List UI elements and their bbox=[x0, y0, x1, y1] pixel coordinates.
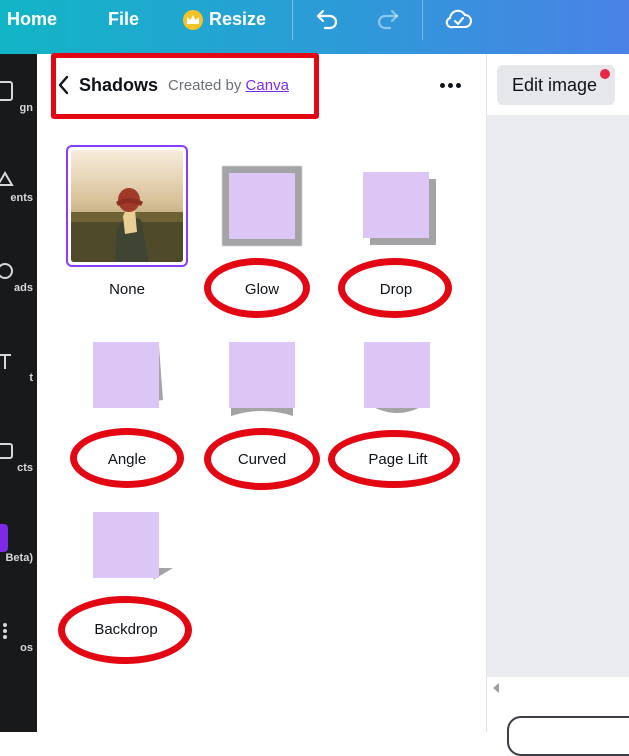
effect-thumbnail-angle[interactable] bbox=[93, 342, 167, 412]
beta-app-icon[interactable] bbox=[0, 524, 8, 552]
scroll-left-arrow-icon[interactable] bbox=[493, 683, 499, 693]
home-button[interactable]: Home bbox=[7, 9, 57, 30]
text-icon bbox=[0, 354, 11, 369]
redo-icon[interactable] bbox=[374, 7, 400, 36]
annotation-circle bbox=[58, 596, 192, 664]
annotation-circle bbox=[204, 428, 320, 490]
sidebar-item-label: ads bbox=[14, 282, 33, 294]
projects-icon bbox=[0, 443, 13, 459]
top-bar: Home File Resize bbox=[0, 0, 629, 54]
canvas-background bbox=[487, 115, 629, 677]
elements-icon bbox=[0, 171, 14, 186]
effect-thumbnail-drop[interactable] bbox=[363, 172, 437, 246]
annotation-box bbox=[51, 53, 319, 119]
sidebar-item-label: t bbox=[29, 372, 33, 384]
more-options-button[interactable] bbox=[436, 74, 466, 96]
left-sidebar: gn ents ads t cts Beta) os bbox=[0, 54, 37, 732]
edit-image-label: Edit image bbox=[512, 75, 598, 95]
woman-photo-image bbox=[71, 150, 183, 262]
effect-thumbnail-none[interactable] bbox=[66, 145, 188, 267]
sidebar-item-label: cts bbox=[17, 462, 33, 474]
undo-icon[interactable] bbox=[315, 7, 341, 36]
annotation-circle bbox=[328, 430, 460, 488]
effect-thumbnail-glow[interactable] bbox=[222, 166, 302, 246]
effect-thumbnail-page-lift[interactable] bbox=[363, 342, 431, 416]
page-control-pill[interactable] bbox=[507, 716, 629, 756]
uploads-icon bbox=[0, 263, 13, 279]
annotation-circle bbox=[338, 258, 452, 318]
edit-image-button[interactable]: Edit image bbox=[497, 65, 615, 105]
notification-dot bbox=[600, 69, 610, 79]
divider bbox=[292, 0, 293, 40]
effect-thumbnail-backdrop[interactable] bbox=[93, 512, 175, 580]
annotation-circle bbox=[70, 428, 184, 488]
file-menu-button[interactable]: File bbox=[108, 9, 139, 30]
effect-thumbnail-curved[interactable] bbox=[228, 342, 296, 416]
divider bbox=[422, 0, 423, 40]
design-icon bbox=[0, 81, 13, 101]
crown-icon bbox=[183, 10, 203, 30]
effect-label-none: None bbox=[109, 281, 145, 298]
cloud-saved-icon[interactable] bbox=[445, 7, 473, 36]
annotation-circle bbox=[204, 258, 310, 318]
sidebar-item-label: ents bbox=[10, 192, 33, 204]
sidebar-item-label: Beta) bbox=[5, 552, 33, 564]
sidebar-item-label: os bbox=[20, 642, 33, 654]
apps-icon bbox=[3, 623, 7, 639]
resize-button[interactable]: Resize bbox=[209, 9, 266, 30]
photo-thumbnail bbox=[71, 150, 183, 262]
sidebar-item-label: gn bbox=[19, 102, 33, 114]
